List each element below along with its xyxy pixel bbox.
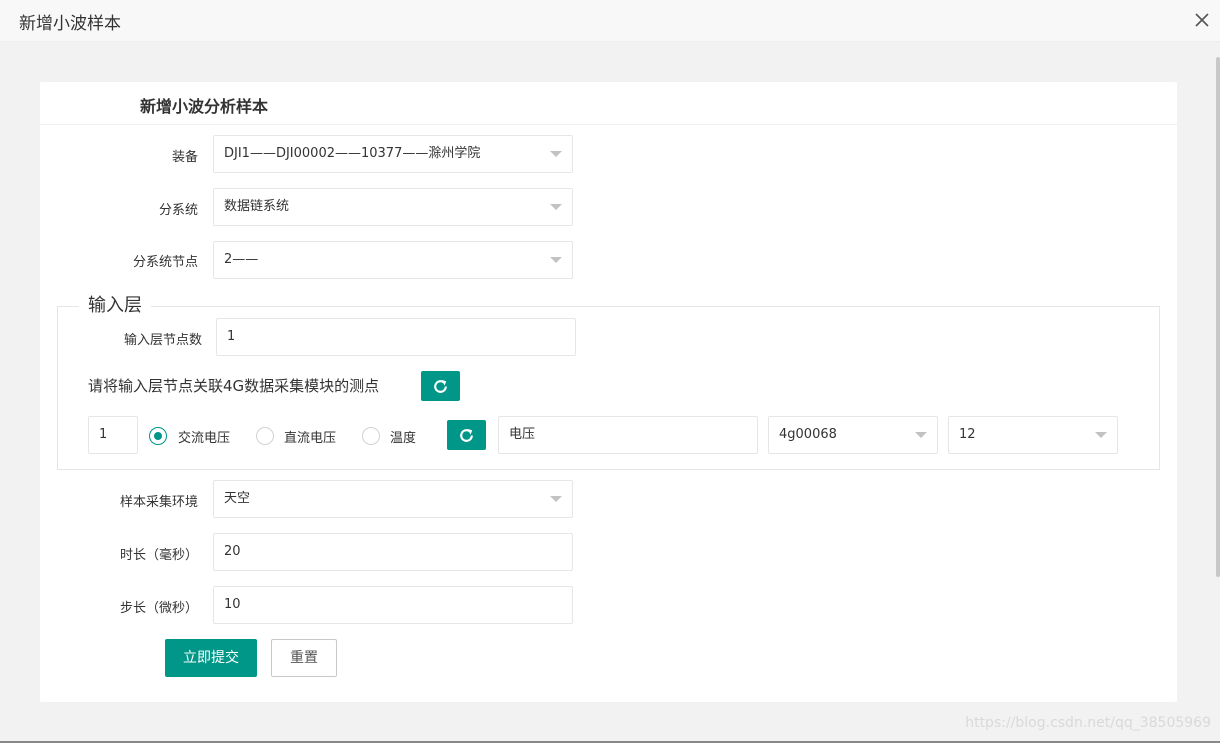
chevron-down-icon [550, 151, 562, 157]
node-count-label: 输入层节点数 [123, 333, 202, 348]
card-heading: 新增小波分析样本 [140, 97, 269, 116]
environment-select[interactable]: 天空 [213, 480, 573, 518]
equipment-select[interactable]: DJI1——DJI00002——10377——滁州学院 [213, 135, 573, 173]
duration-value: 20 [224, 544, 241, 559]
input-layer-legend: 输入层 [79, 295, 151, 317]
point-index-value: 1 [99, 427, 108, 442]
equipment-label: 装备 [171, 150, 198, 165]
submit-button[interactable]: 立即提交 [165, 639, 257, 677]
refresh-points-button[interactable] [421, 371, 460, 401]
subsystem-value: 数据链系统 [224, 199, 290, 214]
watermark: https://blog.csdn.net/qq_38505969 [965, 715, 1211, 731]
dialog-title: 新增小波样本 [19, 14, 121, 34]
card-header: 新增小波分析样本 [40, 82, 1177, 125]
subsystem-node-select[interactable]: 2—— [213, 241, 573, 279]
point-value: 12 [959, 427, 976, 442]
refresh-measure-button[interactable] [447, 420, 486, 450]
step-label: 步长（微秒） [119, 601, 198, 616]
reset-button[interactable]: 重置 [271, 639, 337, 677]
radio-dc-voltage[interactable] [256, 427, 274, 445]
measure-value: 电压 [509, 427, 536, 442]
subsystem-node-value: 2—— [224, 252, 259, 267]
step-value: 10 [224, 597, 241, 612]
equipment-value: DJI1——DJI00002——10377——滁州学院 [224, 146, 481, 161]
input-layer-instruction: 请将输入层节点关联4G数据采集模块的测点 [88, 377, 380, 395]
radio-temperature-label: 温度 [390, 431, 417, 446]
refresh-icon [460, 428, 473, 442]
module-value: 4g00068 [779, 427, 837, 442]
node-count-input[interactable]: 1 [216, 318, 576, 356]
subsystem-node-label: 分系统节点 [132, 255, 198, 270]
duration-label: 时长（毫秒） [119, 548, 198, 563]
chevron-down-icon [550, 496, 562, 502]
chevron-down-icon [1095, 432, 1107, 438]
point-index-input[interactable]: 1 [88, 416, 138, 454]
step-input[interactable]: 10 [213, 586, 573, 624]
chevron-down-icon [550, 257, 562, 263]
chevron-down-icon [550, 204, 562, 210]
refresh-icon [434, 379, 447, 393]
scrollbar-thumb[interactable] [1216, 57, 1220, 577]
subsystem-label: 分系统 [158, 203, 198, 218]
point-select[interactable]: 12 [948, 416, 1118, 454]
close-icon[interactable] [1192, 10, 1212, 30]
module-select[interactable]: 4g00068 [768, 416, 938, 454]
radio-ac-voltage-label: 交流电压 [178, 431, 231, 446]
radio-temperature[interactable] [362, 427, 380, 445]
dialog-header: 新增小波样本 [0, 0, 1220, 42]
measure-input[interactable]: 电压 [498, 416, 758, 454]
radio-dc-voltage-label: 直流电压 [284, 431, 337, 446]
node-count-value: 1 [227, 329, 236, 344]
radio-ac-voltage[interactable] [149, 427, 167, 445]
chevron-down-icon [915, 432, 927, 438]
environment-value: 天空 [224, 491, 251, 506]
environment-label: 样本采集环境 [119, 495, 198, 510]
subsystem-select[interactable]: 数据链系统 [213, 188, 573, 226]
duration-input[interactable]: 20 [213, 533, 573, 571]
